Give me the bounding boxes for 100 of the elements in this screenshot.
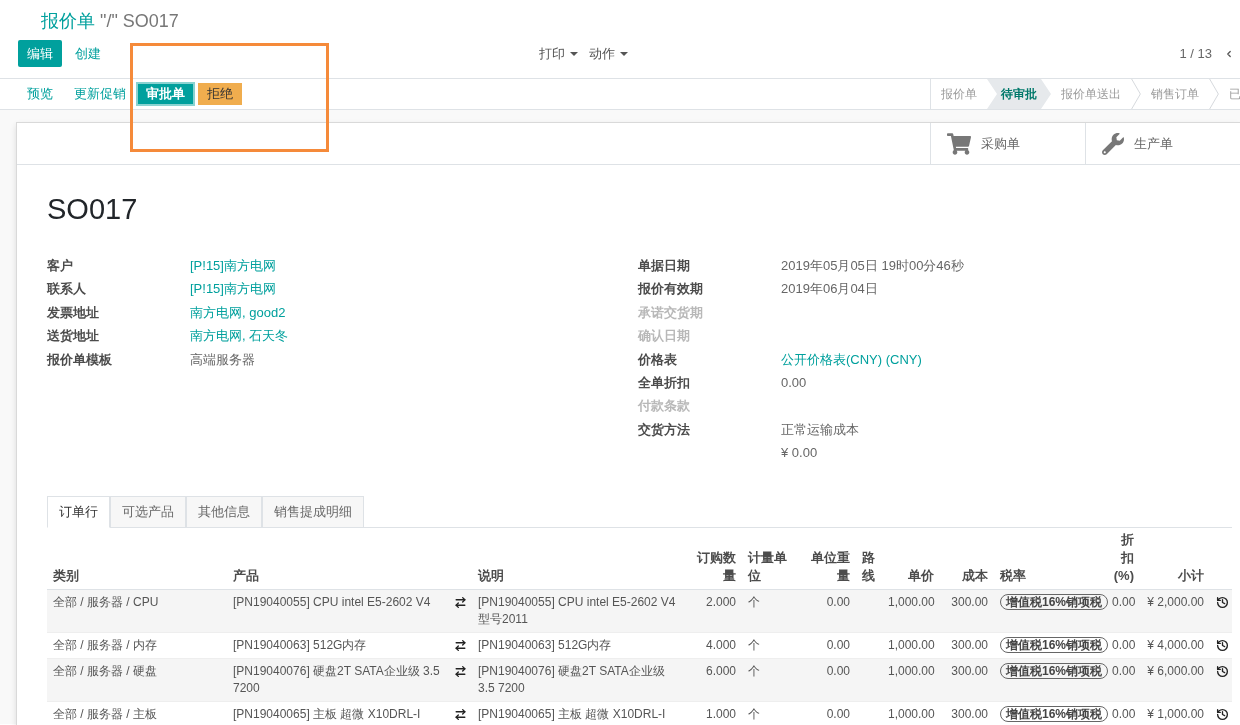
field-label: 单据日期 — [638, 256, 690, 275]
unit-price: 1,000.00 — [888, 707, 935, 721]
swap-arrows-icon — [454, 665, 467, 678]
swap-arrows-icon — [454, 708, 467, 721]
column-header: 计量单位 — [748, 550, 787, 583]
column-header: 类别 — [53, 568, 79, 583]
action-link[interactable]: 更新促销 — [71, 82, 129, 106]
discount-value: 0.00 — [1112, 595, 1136, 609]
discount-value: 0.00 — [1112, 664, 1136, 678]
column-header: 成本 — [962, 568, 988, 583]
weight-value: 0.00 — [826, 595, 850, 609]
field-label: 承诺交货期 — [638, 303, 703, 322]
action-link[interactable]: 预览 — [24, 82, 56, 106]
tab[interactable]: 其他信息 — [186, 495, 262, 528]
field-value: 正常运输成本 — [781, 420, 859, 439]
column-header: 说明 — [478, 568, 504, 583]
field-label: 报价单模板 — [47, 350, 112, 369]
column-header: 单价 — [908, 568, 934, 583]
smart-button[interactable]: 采购单 — [930, 123, 1085, 164]
field-label: 客户 — [47, 256, 73, 275]
category-text: 全部 / 服务器 / 主板 — [53, 707, 157, 721]
field-link[interactable]: 南方电网, good2 — [190, 302, 286, 323]
subtotal-amount: ¥ 1,000.00 — [1147, 707, 1204, 721]
column-header: 路线 — [862, 550, 875, 583]
subtotal-amount: ¥ 4,000.00 — [1147, 638, 1204, 652]
column-header: 订购数量 — [697, 550, 736, 583]
cost-value: 300.00 — [951, 638, 988, 652]
field-value: 2019年05月05日 19时00分46秒 — [781, 256, 964, 275]
category-text: 全部 / 服务器 / CPU — [53, 595, 159, 609]
history-icon[interactable] — [1216, 708, 1229, 721]
action-button[interactable]: 审批单 — [136, 82, 195, 106]
field-label: 送货地址 — [47, 327, 99, 346]
unit-price: 1,000.00 — [888, 664, 935, 678]
cost-value: 300.00 — [951, 595, 988, 609]
quantity-value: 4.000 — [705, 638, 736, 652]
quantity-value: 6.000 — [705, 664, 736, 678]
weight-value: 0.00 — [826, 707, 850, 721]
swap-arrows-icon — [454, 596, 467, 609]
status-step[interactable]: 已 — [1219, 79, 1240, 109]
action-button[interactable]: 编辑 — [18, 40, 62, 67]
field-value: 0.00 — [781, 373, 807, 392]
unit-price: 1,000.00 — [888, 638, 935, 652]
discount-value: 0.00 — [1112, 638, 1136, 652]
tab[interactable]: 销售提成明细 — [262, 495, 364, 528]
caret-icon — [570, 51, 578, 56]
description-text: [PN19040055] CPU intel E5-2602 V4 型号2011 — [478, 595, 676, 626]
swap-arrows-icon — [454, 639, 467, 652]
column-header: 折扣(%) — [1113, 532, 1134, 583]
status-step[interactable]: 销售订单 — [1141, 79, 1209, 109]
product-name: [PN19040065] 主板 超微 X10DRL-I — [233, 707, 421, 721]
cart-icon — [947, 132, 971, 155]
history-icon[interactable] — [1216, 665, 1229, 678]
field-value: ¥ 0.00 — [781, 444, 818, 463]
tab[interactable]: 订单行 — [47, 495, 110, 528]
field-label: 报价有效期 — [638, 280, 703, 299]
field-link[interactable]: [P!15]南方电网 — [190, 279, 276, 299]
description-text: [PN19040063] 512G内存 — [478, 638, 612, 652]
description-text: [PN19040076] 硬盘2T SATA企业级 3.5 7200 — [478, 664, 665, 695]
status-step[interactable]: 报价单 — [931, 79, 987, 109]
breadcrumb-link[interactable]: 报价单 — [41, 9, 95, 33]
tab[interactable]: 可选产品 — [110, 495, 186, 528]
history-icon[interactable] — [1216, 596, 1229, 609]
status-step[interactable]: 待审批 — [987, 79, 1051, 109]
column-header: 税率 — [1000, 568, 1026, 583]
column-header: 小计 — [1178, 568, 1204, 583]
unit-text: 个 — [748, 638, 760, 652]
dropdown-button[interactable]: 动作 — [589, 43, 628, 64]
field-link[interactable]: 南方电网, 石天冬 — [190, 326, 289, 346]
field-label: 发票地址 — [47, 303, 99, 322]
history-icon[interactable] — [1216, 639, 1229, 652]
field-label: 联系人 — [47, 280, 86, 299]
category-text: 全部 / 服务器 / 硬盘 — [53, 664, 157, 678]
subtotal-amount: ¥ 6,000.00 — [1147, 664, 1204, 678]
product-name: [PN19040076] 硬盘2T SATA企业级 3.5 7200 — [233, 664, 440, 695]
unit-price: 1,000.00 — [888, 595, 935, 609]
field-link[interactable]: [P!15]南方电网 — [190, 255, 276, 276]
cost-value: 300.00 — [951, 664, 988, 678]
weight-value: 0.00 — [826, 638, 850, 652]
column-header: 产品 — [233, 568, 259, 583]
field-label: 价格表 — [638, 350, 677, 369]
dropdown-button[interactable]: 打印 — [539, 43, 578, 64]
field-label: 确认日期 — [638, 327, 690, 346]
unit-text: 个 — [748, 664, 760, 678]
field-label: 付款条款 — [638, 397, 690, 416]
product-name: [PN19040055] CPU intel E5-2602 V4 — [233, 595, 431, 609]
category-text: 全部 / 服务器 / 内存 — [53, 638, 157, 652]
breadcrumb-current: "/" SO017 — [100, 10, 179, 33]
quantity-value: 1.000 — [705, 707, 736, 721]
cost-value: 300.00 — [951, 707, 988, 721]
record-title: SO017 — [47, 192, 138, 226]
discount-value: 0.00 — [1112, 707, 1136, 721]
status-step[interactable]: 报价单送出 — [1051, 79, 1131, 109]
action-button[interactable]: 拒绝 — [198, 83, 242, 105]
unit-text: 个 — [748, 707, 760, 721]
wrench-icon — [1102, 132, 1124, 155]
field-link[interactable]: 公开价格表(CNY) (CNY) — [781, 349, 922, 369]
product-name: [PN19040063] 512G内存 — [233, 638, 367, 652]
action-link[interactable]: 创建 — [67, 40, 109, 67]
smart-button[interactable]: 生产单 — [1085, 123, 1240, 164]
field-value: 高端服务器 — [190, 350, 255, 369]
